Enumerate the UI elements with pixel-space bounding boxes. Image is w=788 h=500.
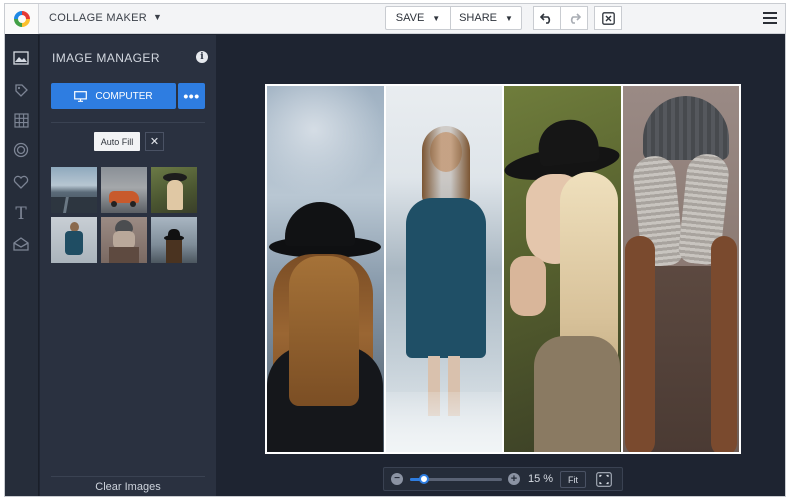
overlay-icon[interactable] [12, 235, 30, 253]
thumb-road[interactable] [51, 167, 97, 213]
thumb-car[interactable] [101, 167, 147, 213]
zoom-out-icon[interactable]: − [391, 473, 403, 485]
undo-icon [540, 13, 551, 24]
zoom-slider[interactable] [410, 474, 502, 484]
frame-icon[interactable] [12, 141, 30, 159]
image-icon[interactable] [12, 49, 30, 67]
zoom-slider-handle[interactable] [418, 474, 429, 484]
share-caret-icon: ▼ [504, 13, 513, 23]
zoom-value: 15 % [528, 473, 554, 485]
tool-rail: T [5, 35, 39, 496]
redo-icon [570, 13, 581, 24]
computer-label: COMPUTER [95, 90, 153, 102]
tag-icon[interactable] [12, 81, 30, 99]
save-label: SAVE [395, 12, 425, 24]
computer-upload-button[interactable]: COMPUTER [51, 83, 176, 109]
close-icon [601, 11, 615, 25]
menu-line [763, 17, 777, 19]
grid-icon[interactable] [12, 111, 30, 129]
zoom-fit-button[interactable]: Fit [560, 471, 586, 488]
menu-line [763, 22, 777, 24]
text-icon[interactable]: T [12, 204, 30, 224]
close-button[interactable] [594, 6, 622, 30]
zoom-controls: − + 15 % Fit [383, 467, 623, 491]
app-logo[interactable] [5, 4, 39, 34]
menu-icon[interactable] [763, 12, 777, 24]
save-button[interactable]: SAVE ▼ [385, 6, 451, 30]
thumbnail-grid [51, 167, 201, 263]
monitor-icon [74, 90, 88, 102]
share-button[interactable]: SHARE ▼ [450, 6, 522, 30]
menu-line [763, 12, 777, 14]
redo-button[interactable] [560, 6, 588, 30]
image-manager-panel: IMAGE MANAGER i COMPUTER ••• Auto Fill ✕ [40, 35, 216, 496]
undo-button[interactable] [533, 6, 561, 30]
more-sources-button[interactable]: ••• [178, 83, 205, 109]
logo-ring-icon [13, 11, 30, 27]
app-title[interactable]: COLLAGE MAKER [49, 12, 147, 24]
thumb-hands-face[interactable] [101, 217, 147, 263]
collage-cell-woman-hat[interactable] [504, 86, 621, 452]
thumb-woman-sweater[interactable] [51, 217, 97, 263]
panel-title: IMAGE MANAGER [52, 51, 160, 65]
collage-canvas[interactable] [265, 84, 741, 454]
clear-autofill-button[interactable]: ✕ [145, 132, 164, 151]
collage-cell-beach-sweater[interactable] [385, 86, 502, 452]
heart-icon[interactable] [12, 173, 30, 191]
top-toolbar: COLLAGE MAKER ▼ SAVE ▼ SHARE ▼ [5, 4, 785, 34]
thumb-woman-hat[interactable] [151, 167, 197, 213]
share-label: SHARE [459, 12, 497, 24]
app-menu-caret-icon[interactable]: ▼ [153, 12, 162, 22]
fullscreen-icon[interactable] [596, 472, 612, 487]
canvas-workspace: − + 15 % Fit [216, 35, 785, 496]
thumb-snow-hat[interactable] [151, 217, 197, 263]
save-caret-icon: ▼ [432, 13, 441, 23]
info-icon[interactable]: i [196, 51, 208, 63]
collage-maker-app: COLLAGE MAKER ▼ SAVE ▼ SHARE ▼ T IMAGE M… [4, 3, 786, 497]
divider [51, 476, 205, 477]
divider [51, 122, 205, 123]
collage-cell-snow-hat[interactable] [267, 86, 384, 452]
auto-fill-button[interactable]: Auto Fill [94, 132, 140, 151]
collage-cell-mittens[interactable] [622, 86, 739, 452]
clear-images-button[interactable]: Clear Images [40, 481, 216, 493]
zoom-in-icon[interactable]: + [508, 473, 520, 485]
